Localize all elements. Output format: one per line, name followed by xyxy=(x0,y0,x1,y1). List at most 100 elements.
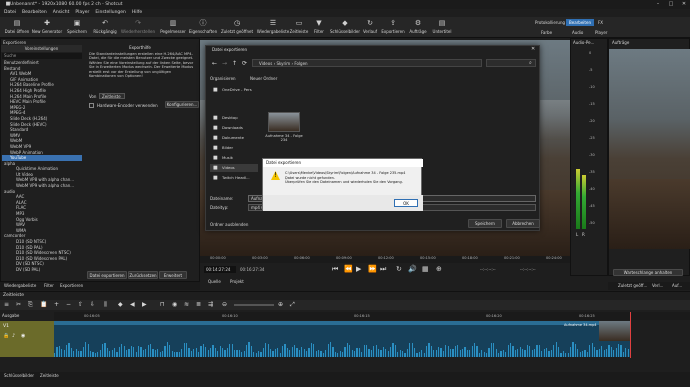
loop-icon[interactable]: ↻ xyxy=(396,265,402,273)
menu-datei[interactable]: Datei xyxy=(4,9,16,17)
snap-icon[interactable]: ⊓ xyxy=(160,301,165,308)
reset-button[interactable]: Zurücksetzen xyxy=(128,271,158,279)
tab-keyframes[interactable]: Schlüsselbilder xyxy=(4,373,34,378)
cut-icon[interactable]: ✂ xyxy=(16,301,21,308)
tab-project[interactable]: Projekt xyxy=(230,279,244,284)
zoom-fit-icon[interactable]: ⤢ xyxy=(290,301,295,309)
menu-ansicht[interactable]: Ansicht xyxy=(53,9,70,17)
volume-icon[interactable]: 🔊 xyxy=(408,265,417,273)
preset-item[interactable]: DV (SD PAL) xyxy=(2,267,82,273)
tab-source[interactable]: Quelle xyxy=(208,279,221,284)
split-icon[interactable]: ⫼ xyxy=(104,301,107,309)
remove-icon[interactable]: − xyxy=(66,301,71,308)
prev-marker-icon[interactable]: ◀ xyxy=(130,301,135,308)
refresh-icon[interactable]: ⟳ xyxy=(242,60,247,67)
file-dialog-close-icon[interactable]: ✕ xyxy=(531,46,535,52)
properties-button[interactable]: ⓘ Eigenschaften xyxy=(186,18,220,34)
tab-playlist[interactable]: Wiedergabeliste xyxy=(4,283,36,288)
configure-button[interactable]: Konfigurieren... xyxy=(165,101,199,108)
undo-button[interactable]: ↶ Rückgängig xyxy=(88,18,122,34)
nav-item[interactable]: ■ Dokumente xyxy=(210,134,258,142)
ripple-markers-icon[interactable]: ⇶ xyxy=(208,301,213,308)
zoom-out-icon[interactable]: ⊖ xyxy=(222,301,227,308)
timeline-ruler[interactable]: 00:16:05 00:16:10 00:16:15 00:16:20 00:1… xyxy=(54,312,690,320)
fast-forward-icon[interactable]: ⏩ xyxy=(368,265,377,273)
lift-icon[interactable]: ⇧ xyxy=(78,301,83,308)
marker-icon[interactable]: ◆ xyxy=(118,301,123,308)
meter-button[interactable]: ▥ Pegelmesser xyxy=(156,18,190,34)
ok-button[interactable]: OK xyxy=(394,199,418,207)
search-input[interactable]: ⌕ xyxy=(486,59,536,67)
filter-button[interactable]: ▼ Filter xyxy=(308,18,330,34)
tab-recent[interactable]: Zuletzt geöff... xyxy=(618,283,647,288)
scrub-icon[interactable]: ◉ xyxy=(172,301,177,308)
zoom-icon[interactable]: ⊕ xyxy=(436,265,442,273)
cancel-dialog-button[interactable]: Abbrechen xyxy=(506,219,540,228)
layout-editing[interactable]: Bearbeiten xyxy=(566,19,594,26)
from-select[interactable]: Zeitleiste xyxy=(99,93,125,99)
organize-button[interactable]: Organisieren xyxy=(210,76,236,81)
next-marker-icon[interactable]: ▶ xyxy=(142,301,147,308)
close-icon[interactable]: ✕ xyxy=(678,0,690,9)
append-icon[interactable]: + xyxy=(54,301,59,308)
redo-button[interactable]: ↷ Wiederherstellen xyxy=(118,18,158,34)
pause-queue-button[interactable]: Warteschlange anhalten xyxy=(613,269,683,276)
layout-player[interactable]: Player xyxy=(595,30,607,35)
skip-end-icon[interactable]: ⏭ xyxy=(380,265,386,274)
hw-encoder-checkbox[interactable] xyxy=(89,103,94,108)
current-time[interactable]: 00:14:27:24 xyxy=(204,266,236,273)
layout-color[interactable]: Farbe xyxy=(541,30,552,35)
nav-item[interactable]: ■ OneDrive - Pers xyxy=(210,86,258,94)
skip-start-icon[interactable]: ⏮ xyxy=(332,265,338,274)
file-thumbnail[interactable] xyxy=(268,112,300,132)
ripple-icon[interactable]: ≋ xyxy=(184,301,189,308)
up-icon[interactable]: ↑ xyxy=(232,60,237,67)
open-file-button[interactable]: ▤ Datei öffnen xyxy=(0,18,34,34)
rewind-icon[interactable]: ⏪ xyxy=(344,265,353,273)
forward-icon[interactable]: → xyxy=(222,60,227,67)
track-header-v1[interactable]: V1 🔒 ♪ ◉ xyxy=(0,321,54,357)
save-dialog-button[interactable]: Speichern xyxy=(468,219,502,228)
layout-fx[interactable]: FX xyxy=(595,19,606,26)
hide-icon[interactable]: ◉ xyxy=(21,333,25,339)
copy-icon[interactable]: ⎘ xyxy=(28,301,33,309)
paste-icon[interactable]: 📋 xyxy=(40,301,47,308)
subtitle-button[interactable]: ▤ Untertitel xyxy=(428,18,456,34)
nav-item[interactable]: ■ Twitch Headl... xyxy=(210,174,258,182)
tab-jobs[interactable]: Auf... xyxy=(672,283,682,288)
back-icon[interactable]: ← xyxy=(212,60,217,67)
mute-icon[interactable]: ♪ xyxy=(12,333,15,339)
recent-button[interactable]: ◷ Zuletzt geöffnet xyxy=(218,18,256,34)
tab-history[interactable]: Verl... xyxy=(652,283,663,288)
playhead[interactable] xyxy=(630,312,631,358)
nav-item[interactable]: ■ Bilder xyxy=(210,144,258,152)
new-generator-button[interactable]: ✚ New Generator xyxy=(30,18,64,34)
overwrite-icon[interactable]: ⇩ xyxy=(90,301,95,308)
layout-logging[interactable]: Protokollierung xyxy=(532,19,568,26)
menu-player[interactable]: Player xyxy=(75,9,89,17)
maximize-icon[interactable]: □ xyxy=(665,0,677,9)
minimize-icon[interactable]: – xyxy=(652,0,664,9)
grid-icon[interactable]: ▦ xyxy=(422,265,429,273)
nav-item[interactable]: ■ Downloads xyxy=(210,124,258,132)
tab-export[interactable]: Exportieren xyxy=(60,283,83,288)
breadcrumb-folgen[interactable]: Folgen xyxy=(294,61,307,66)
menu-einstellungen[interactable]: Einstellungen xyxy=(95,9,126,17)
keyframes-button[interactable]: ◆ Schlüsselbilder xyxy=(328,18,362,34)
address-bar[interactable]: Videos › Skyrim › Folgen xyxy=(252,59,482,67)
timeline-clip[interactable]: Aufnahme 34.mp4 xyxy=(54,321,630,357)
lock-icon[interactable]: 🔒 xyxy=(3,333,9,339)
breadcrumb-skyrim[interactable]: Skyrim xyxy=(276,61,290,66)
advanced-button[interactable]: Erweitert xyxy=(159,271,187,279)
nav-item[interactable]: ■ Videos xyxy=(210,164,258,172)
menu-icon[interactable]: ≡ xyxy=(4,301,9,308)
breadcrumb-videos[interactable]: Videos xyxy=(259,61,272,66)
tab-filter[interactable]: Filter xyxy=(44,283,54,288)
menu-hilfe[interactable]: Hilfe xyxy=(132,9,142,17)
preset-search-input[interactable]: Suche xyxy=(2,53,82,59)
hide-folders-toggle[interactable]: Ordner ausblenden xyxy=(210,222,248,227)
tab-timeline[interactable]: Zeitleiste xyxy=(40,373,59,378)
ripple-all-icon[interactable]: ≣ xyxy=(196,301,201,308)
new-folder-button[interactable]: Neuer Ordner xyxy=(250,76,277,81)
nav-item[interactable]: ■ Musik xyxy=(210,154,258,162)
